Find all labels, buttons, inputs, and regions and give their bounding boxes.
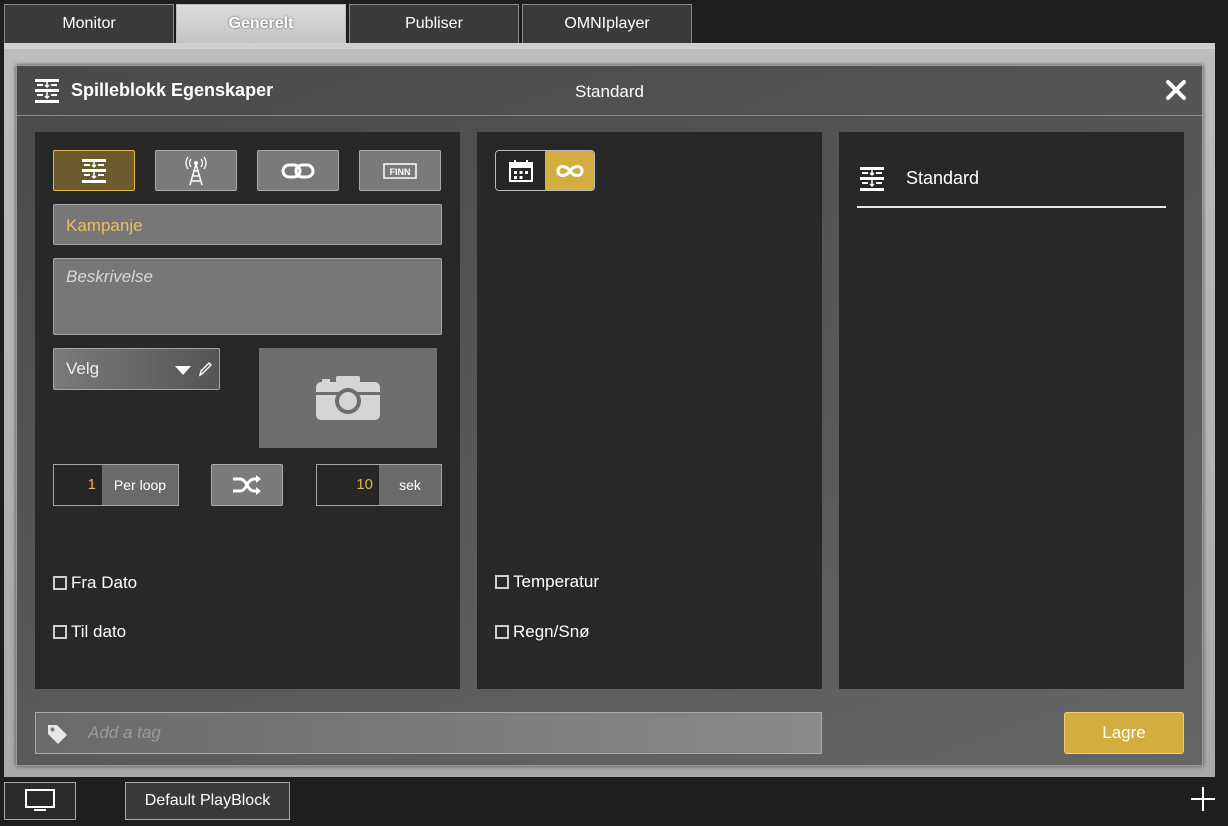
duration-value[interactable]: 10 xyxy=(317,465,379,505)
checkbox-label: Regn/Snø xyxy=(513,622,590,641)
duration-unit: sek xyxy=(379,465,441,505)
default-playblock-button[interactable]: Default PlayBlock xyxy=(125,782,290,820)
per-loop-stepper[interactable]: 1 Per loop xyxy=(53,464,179,506)
tag-input[interactable]: Add a tag xyxy=(35,712,822,754)
schedule-mode-toggle[interactable] xyxy=(495,150,595,191)
checkbox-box[interactable] xyxy=(495,625,509,639)
tab-monitor[interactable]: Monitor xyxy=(4,4,174,43)
playblock-icon xyxy=(860,167,884,191)
checkbox-box[interactable] xyxy=(53,576,67,590)
description-field[interactable]: Beskrivelse xyxy=(53,258,442,335)
type-link-button[interactable] xyxy=(257,150,339,191)
type-playblock-button[interactable] xyxy=(53,150,135,191)
list-item[interactable]: Standard xyxy=(857,162,1166,208)
infinite-mode-button[interactable] xyxy=(545,151,594,190)
playblock-icon xyxy=(82,158,106,183)
infinity-icon xyxy=(555,164,584,177)
temperature-checkbox[interactable]: Temperatur xyxy=(495,572,599,592)
close-icon[interactable] xyxy=(1164,78,1188,102)
monitor-button[interactable] xyxy=(4,782,76,820)
per-loop-label: Per loop xyxy=(102,465,178,505)
rain-snow-checkbox[interactable]: Regn/Snø xyxy=(495,622,590,642)
category-select[interactable]: Velg xyxy=(53,348,220,390)
finn-logo-text: FINN xyxy=(390,167,411,177)
shuffle-icon xyxy=(233,475,261,495)
shuffle-button[interactable] xyxy=(211,464,283,506)
tab-omniplayer[interactable]: OMNIplayer xyxy=(522,4,692,43)
checkbox-label: Fra Dato xyxy=(71,573,138,592)
from-date-checkbox[interactable]: Fra Dato xyxy=(53,573,137,593)
to-date-checkbox[interactable]: Til dato xyxy=(53,622,126,642)
name-field[interactable]: Kampanje xyxy=(53,204,442,245)
checkbox-label: Temperatur xyxy=(513,572,599,591)
type-broadcast-button[interactable] xyxy=(155,150,237,191)
antenna-icon xyxy=(185,156,207,185)
list-item-label: Standard xyxy=(906,168,980,188)
general-panel: FINN Kampanje Beskrivelse Velg 1 Per loo… xyxy=(35,132,460,689)
camera-icon xyxy=(316,376,380,420)
tag-icon xyxy=(48,725,67,744)
chevron-down-icon xyxy=(175,366,191,375)
tag-input-placeholder: Add a tag xyxy=(88,723,161,742)
link-icon xyxy=(281,163,315,178)
checkbox-box[interactable] xyxy=(495,575,509,589)
checkbox-label: Til dato xyxy=(71,622,127,641)
finn-logo-icon: FINN xyxy=(383,162,417,179)
properties-dialog: Spilleblokk Egenskaper Standard FINN Kam… xyxy=(16,65,1203,766)
image-placeholder[interactable] xyxy=(259,348,437,448)
dialog-header: Spilleblokk Egenskaper Standard xyxy=(17,66,1202,116)
playblock-list-panel: Standard xyxy=(839,132,1184,689)
monitor-icon xyxy=(25,789,55,811)
tab-generelt[interactable]: Generelt xyxy=(176,4,346,43)
pencil-icon[interactable] xyxy=(197,360,213,378)
checkbox-box[interactable] xyxy=(53,625,67,639)
save-button[interactable]: Lagre xyxy=(1064,712,1184,754)
calendar-icon xyxy=(508,159,533,182)
category-select-value: Velg xyxy=(66,359,100,378)
per-loop-value[interactable]: 1 xyxy=(54,465,102,505)
plus-icon[interactable] xyxy=(1190,786,1216,812)
tab-bar: Monitor Generelt Publiser OMNIplayer xyxy=(0,0,1228,45)
schedule-panel: Temperatur Regn/Snø xyxy=(477,132,822,689)
tab-publiser[interactable]: Publiser xyxy=(349,4,519,43)
dialog-subtitle: Standard xyxy=(575,82,644,101)
type-finn-button[interactable]: FINN xyxy=(359,150,441,191)
calendar-mode-button[interactable] xyxy=(496,151,545,190)
duration-stepper[interactable]: 10 sek xyxy=(316,464,442,506)
